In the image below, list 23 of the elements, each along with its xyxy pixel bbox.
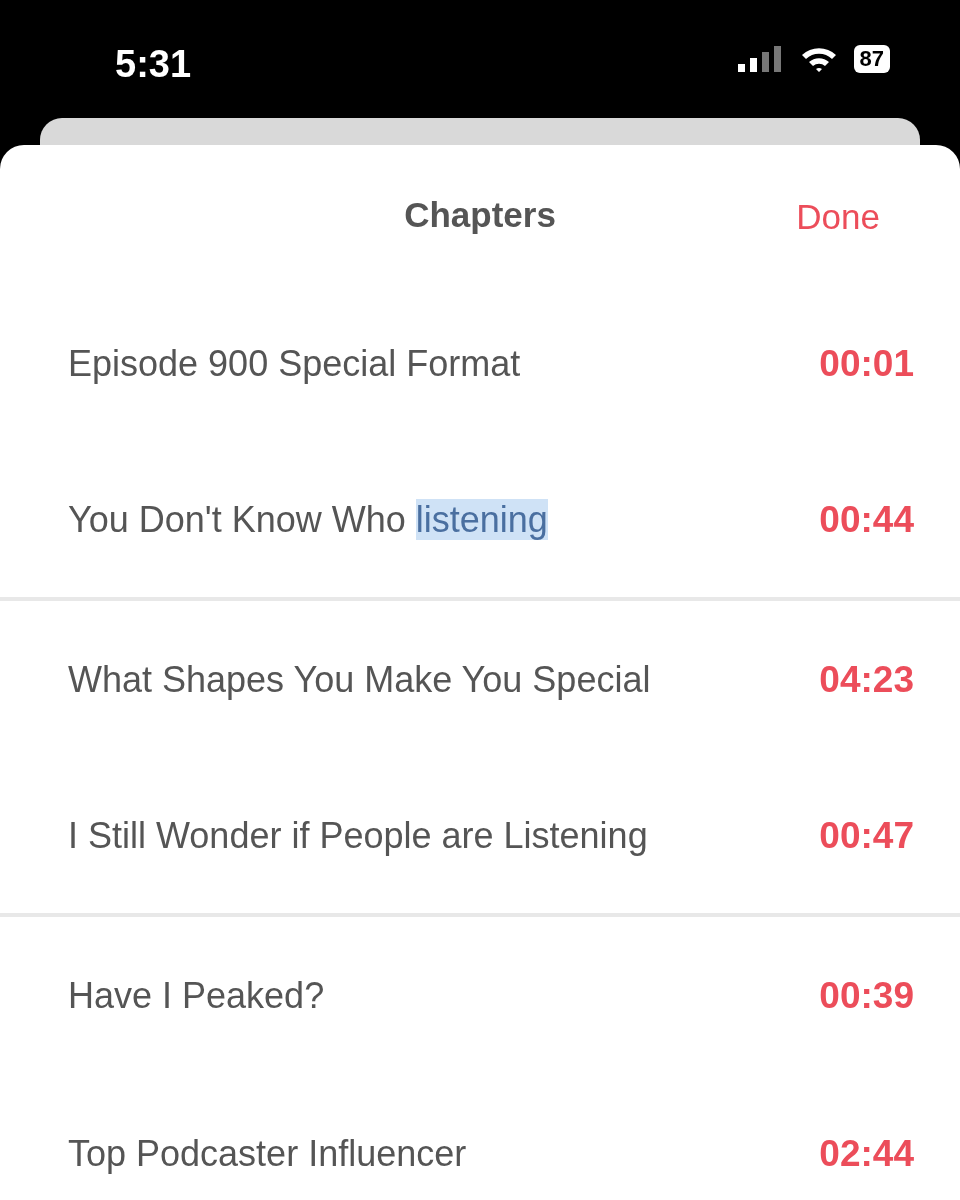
chapter-row[interactable]: You Don't Know Who listening 00:44	[0, 443, 960, 601]
sheet-title: Chapters	[404, 193, 556, 236]
chapter-title[interactable]: I Still Wonder if People are Listening	[68, 809, 648, 863]
chapter-row[interactable]: Top Podcaster Influencer 02:44	[0, 1075, 960, 1200]
chapter-row[interactable]: What Shapes You Make You Special 04:23	[0, 601, 960, 759]
chapter-title[interactable]: Have I Peaked?	[68, 969, 325, 1023]
done-button[interactable]: Done	[796, 191, 880, 244]
chapter-row[interactable]: Have I Peaked? 00:39	[0, 917, 960, 1075]
chapter-title[interactable]: You Don't Know Who listening	[68, 493, 548, 547]
chapter-time: 02:44	[819, 1132, 914, 1177]
signal-icon	[737, 46, 784, 72]
chapter-row[interactable]: Episode 900 Special Format 00:01	[0, 285, 960, 443]
chapter-row[interactable]: I Still Wonder if People are Listening 00:47	[0, 759, 960, 917]
chapter-time: 00:01	[819, 342, 914, 387]
chapter-title[interactable]: Top Podcaster Influencer	[68, 1127, 467, 1181]
chapter-time: 04:23	[819, 658, 914, 703]
chapter-time: 00:39	[819, 974, 914, 1019]
chapter-time: 00:44	[819, 498, 914, 543]
chapter-title[interactable]: Episode 900 Special Format	[68, 337, 521, 391]
chapter-time: 00:47	[819, 814, 914, 859]
status-time: 5:31	[115, 41, 192, 87]
battery-level: 87	[853, 45, 890, 73]
chapter-title[interactable]: What Shapes You Make You Special	[68, 653, 651, 707]
